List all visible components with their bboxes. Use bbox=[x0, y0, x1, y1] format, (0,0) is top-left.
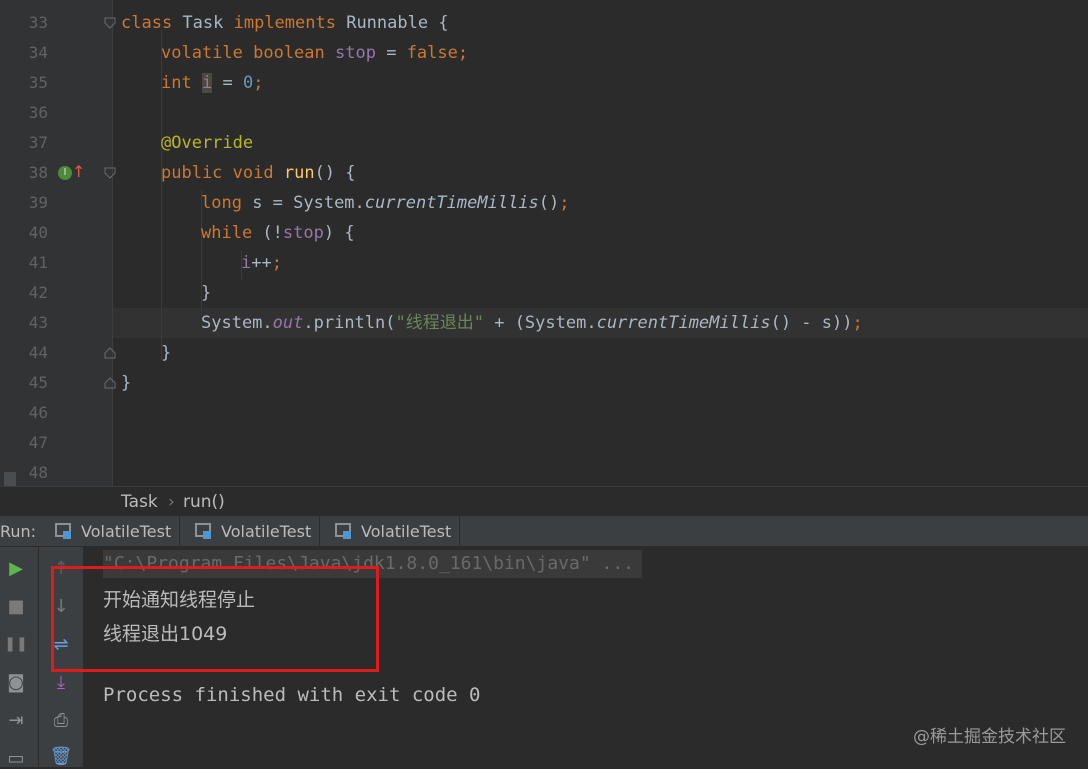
code-line-41: i++; bbox=[241, 253, 282, 273]
run-tab-volatiletest-3[interactable]: VolatileTest bbox=[335, 516, 460, 546]
run-config-icon bbox=[55, 523, 71, 539]
line-number: 46 bbox=[28, 403, 48, 422]
dump-threads-icon[interactable]: ◙ bbox=[5, 671, 27, 693]
stop-icon[interactable]: ■ bbox=[5, 595, 27, 617]
breadcrumb-separator: › bbox=[168, 492, 175, 512]
line-number: 34 bbox=[28, 43, 48, 62]
static-field: out bbox=[272, 313, 304, 333]
implements-method-icon[interactable]: I bbox=[58, 166, 72, 180]
unfold-marker-icon[interactable] bbox=[104, 347, 116, 359]
keyword: int bbox=[161, 73, 192, 93]
code-line-33: class Task implements Runnable { bbox=[121, 8, 449, 38]
breadcrumb-class[interactable]: Task bbox=[121, 492, 158, 512]
code-line-37: @Override bbox=[161, 128, 253, 158]
string-literal: "线程退出" bbox=[395, 313, 484, 333]
line-number: 37 bbox=[28, 133, 48, 152]
keyword: class bbox=[121, 13, 173, 33]
run-tab-volatiletest-2[interactable]: VolatileTest bbox=[195, 516, 320, 546]
pause-icon[interactable]: ❚❚ bbox=[4, 633, 27, 655]
clear-all-icon[interactable]: 🗑 bbox=[50, 745, 73, 767]
code-line-45: } bbox=[121, 373, 132, 393]
line-number: 48 bbox=[28, 463, 48, 482]
line-number: 45 bbox=[28, 373, 48, 392]
line-number: 42 bbox=[28, 283, 48, 302]
code-line-44: } bbox=[161, 343, 172, 363]
keyword: volatile boolean bbox=[161, 43, 325, 63]
field-name: stop bbox=[335, 43, 376, 63]
unfold-marker-icon[interactable] bbox=[104, 377, 116, 389]
scroll-to-end-icon[interactable]: ⤓ bbox=[50, 671, 72, 693]
code-line-42: } bbox=[201, 283, 212, 303]
number-literal: 0 bbox=[242, 73, 254, 93]
run-tab-label: VolatileTest bbox=[81, 522, 172, 541]
editor-left-strip bbox=[0, 0, 20, 515]
fold-marker-icon[interactable] bbox=[104, 167, 116, 179]
class-name: Task bbox=[172, 13, 234, 33]
line-number: 38 bbox=[28, 163, 48, 182]
keyword: long bbox=[201, 193, 242, 213]
line-number: 47 bbox=[28, 433, 48, 452]
line-number: 41 bbox=[28, 253, 48, 272]
keyword: while bbox=[201, 223, 253, 243]
keyword: implements bbox=[233, 13, 336, 33]
run-tab-label: VolatileTest bbox=[221, 522, 312, 541]
static-method: currentTimeMillis bbox=[596, 313, 771, 333]
print-icon[interactable]: ⎙ bbox=[50, 709, 72, 731]
run-config-icon bbox=[335, 523, 351, 539]
run-tab-label: VolatileTest bbox=[361, 522, 452, 541]
code-line-39: long s = System.currentTimeMillis(); bbox=[201, 193, 570, 213]
code-line-40: while (!stop) { bbox=[201, 223, 355, 243]
watermark: @稀土掘金技术社区 bbox=[913, 727, 1066, 747]
run-tab-volatiletest-1[interactable]: VolatileTest bbox=[55, 516, 180, 546]
rerun-icon[interactable]: ▶ bbox=[5, 557, 27, 579]
code-line-38: public void run() { bbox=[161, 163, 356, 183]
highlight-annotation-box bbox=[51, 566, 379, 672]
line-number: 39 bbox=[28, 193, 48, 212]
line-number: 43 bbox=[28, 313, 48, 332]
line-number: 36 bbox=[28, 103, 48, 122]
fold-marker-icon[interactable] bbox=[104, 17, 116, 29]
line-number: 35 bbox=[28, 73, 48, 92]
breadcrumb: Task › run() bbox=[0, 486, 1088, 517]
keyword: public void bbox=[161, 163, 274, 183]
field-name: i bbox=[201, 73, 213, 93]
method-name: run bbox=[283, 163, 315, 183]
run-tool-window-header: Run: VolatileTest VolatileTest VolatileT… bbox=[0, 516, 1088, 547]
line-number: 44 bbox=[28, 343, 48, 362]
annotation: @Override bbox=[161, 133, 254, 153]
code-line-35: int i = 0; bbox=[161, 73, 264, 93]
field-name: stop bbox=[282, 223, 324, 243]
run-label: Run: bbox=[0, 522, 37, 541]
pin-tab-icon[interactable]: ▭ bbox=[5, 747, 27, 769]
code-line-34: volatile boolean stop = false; bbox=[161, 43, 469, 63]
process-finished-message: Process finished with exit code 0 bbox=[103, 684, 481, 706]
run-config-icon bbox=[195, 523, 211, 539]
line-number: 33 bbox=[28, 13, 48, 32]
keyword: false bbox=[406, 43, 458, 63]
restore-layout-icon[interactable]: ⇥ bbox=[5, 709, 27, 731]
field-name: i bbox=[241, 253, 252, 273]
run-toolbar-primary: ▶ ■ ❚❚ ◙ ⇥ ▭ bbox=[0, 547, 39, 769]
go-to-interface-arrow-icon[interactable]: ↑ bbox=[72, 164, 85, 180]
code-line-43: System.out.println("线程退出" + (System.curr… bbox=[201, 313, 863, 333]
code-text: Runnable { bbox=[335, 13, 449, 33]
line-number: 40 bbox=[28, 223, 48, 242]
breadcrumb-method[interactable]: run() bbox=[183, 492, 225, 512]
static-method: currentTimeMillis bbox=[364, 193, 539, 213]
